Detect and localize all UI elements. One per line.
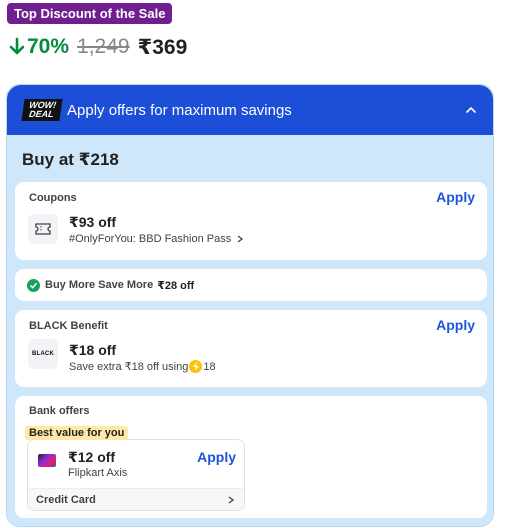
discount-value: 70% [27,35,70,58]
black-subtitle: Save extra ₹18 off using 18 [69,360,216,373]
chevron-right-icon [237,235,244,243]
bank-offers-card: Bank offers Best value for you ₹12 off F… [15,396,487,518]
offers-header[interactable]: WOW! DEAL Apply offers for maximum savin… [7,85,493,135]
offers-panel: WOW! DEAL Apply offers for maximum savin… [6,84,494,527]
offers-body: Buy at ₹218 Coupons Apply ₹93 off #OnlyF… [7,135,493,526]
black-logo: BLACK [28,339,58,369]
discount-percent: 70% [9,35,69,59]
coupon-ticket-icon [28,214,58,244]
supercoin-icon [189,360,203,373]
chevron-up-icon[interactable] [465,104,477,116]
offers-title: Apply offers for maximum savings [67,101,292,119]
black-benefit-card: BLACK Benefit Apply BLACK ₹18 off Save e… [15,310,487,387]
coupon-amount: ₹93 off [69,214,117,230]
arrow-down-icon [9,37,25,55]
selling-price: ₹369 [137,35,188,59]
bank-offer-tile[interactable]: ₹12 off Flipkart Axis Apply Credit Card [27,439,245,511]
bank-name: Flipkart Axis [68,467,128,479]
black-benefit-label: BLACK Benefit [29,320,108,332]
price-row: 70% 1,249 ₹369 [9,34,187,60]
chevron-right-icon [228,495,235,504]
black-subtitle-prefix: Save extra ₹18 off using [69,361,189,373]
black-subtitle-suffix: 18 [203,360,216,373]
credit-card-icon [38,454,56,467]
buy-at-price: Buy at ₹218 [22,150,119,169]
credit-card-row[interactable]: Credit Card [28,488,244,510]
black-amount: ₹18 off [69,342,117,358]
coupon-subtitle: #OnlyForYou: BBD Fashion Pass [69,233,232,245]
bank-offers-label: Bank offers [29,405,90,417]
mrp-price: 1,249 [77,35,130,58]
credit-card-label: Credit Card [36,493,96,506]
best-value-tag: Best value for you [25,426,129,440]
coupons-card: Coupons Apply ₹93 off #OnlyForYou: BBD F… [15,182,487,260]
bank-amount: ₹12 off [68,449,116,465]
coupons-apply-button[interactable]: Apply [436,189,475,205]
black-apply-button[interactable]: Apply [436,317,475,333]
wow-deal-logo: WOW! DEAL [21,99,63,121]
bank-apply-button[interactable]: Apply [197,449,236,465]
wow-deal-logo-line2: DEAL [28,109,55,119]
bmsm-amount: ₹28 off [157,279,195,292]
check-circle-icon [27,278,40,292]
coupons-label: Coupons [29,192,77,204]
buy-more-save-more-card[interactable]: Buy More Save More ₹28 off [15,269,487,301]
coupon-subtitle-link[interactable]: #OnlyForYou: BBD Fashion Pass [69,233,245,245]
top-discount-badge: Top Discount of the Sale [7,3,173,24]
bmsm-label: Buy More Save More [45,279,154,291]
